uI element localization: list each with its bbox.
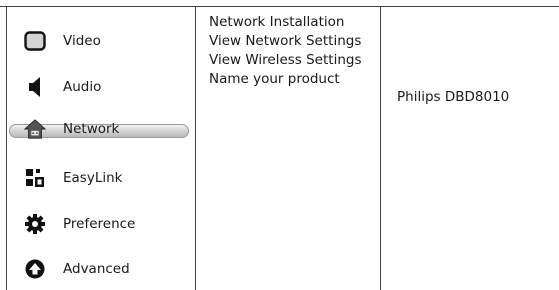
advanced-arrow-icon [24, 258, 46, 280]
submenu-item-network-installation[interactable]: Network Installation [209, 13, 377, 32]
network-submenu: Network Installation View Network Settin… [209, 13, 377, 89]
menu-item-video[interactable]: Video [7, 27, 195, 55]
gear-icon [24, 213, 46, 235]
menu-item-label: EasyLink [63, 170, 123, 186]
menu-item-label: Advanced [63, 261, 130, 277]
menu-item-label: Audio [63, 79, 102, 95]
menu-item-label: Network [63, 121, 120, 137]
main-menu: Video Audio Network EasyLink Preference … [7, 7, 195, 290]
menu-item-easylink[interactable]: EasyLink [7, 164, 195, 192]
submenu-item-view-wireless-settings[interactable]: View Wireless Settings [209, 51, 377, 70]
menu-item-network[interactable]: Network [7, 115, 195, 143]
menu-item-label: Preference [63, 216, 136, 232]
submenu-item-name-your-product[interactable]: Name your product [209, 70, 377, 89]
menu-submenu-divider [195, 6, 196, 290]
submenu-item-view-network-settings[interactable]: View Network Settings [209, 32, 377, 51]
submenu-value-divider [380, 6, 381, 290]
easylink-icon [24, 167, 46, 189]
menu-item-label: Video [63, 33, 101, 49]
product-name-value: Philips DBD8010 [397, 89, 510, 105]
network-house-icon [24, 118, 46, 140]
tv-screen-icon [24, 30, 46, 52]
menu-item-audio[interactable]: Audio [7, 73, 195, 101]
menu-item-advanced[interactable]: Advanced [7, 255, 195, 283]
speaker-icon [24, 76, 46, 98]
settings-panel: Video Audio Network EasyLink Preference … [0, 0, 559, 290]
menu-item-preference[interactable]: Preference [7, 210, 195, 238]
